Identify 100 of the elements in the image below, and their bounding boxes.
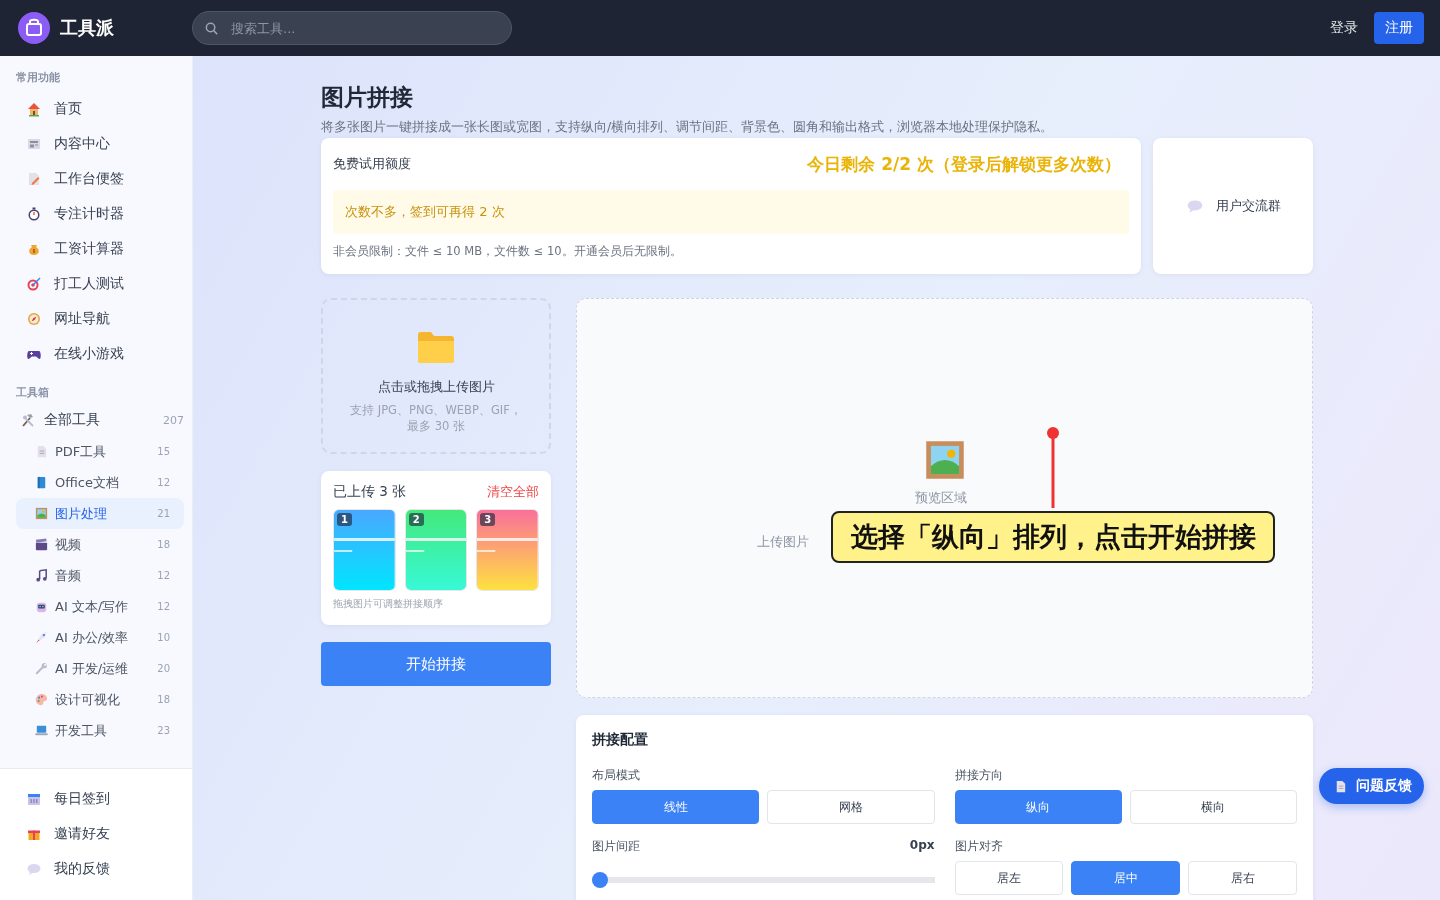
option-button[interactable]: 网格 xyxy=(767,790,935,824)
note-icon xyxy=(26,170,42,187)
sidebar-item[interactable]: 视频 18 xyxy=(16,529,184,560)
register-button[interactable]: 注册 xyxy=(1374,12,1424,44)
config-title: 拼接配置 xyxy=(592,731,649,749)
item-label: 工资计算器 xyxy=(54,239,124,258)
item-count: 12 xyxy=(157,477,171,488)
item-count: 12 xyxy=(157,570,171,581)
quota-remaining: 今日剩余 2/2 次（登录后解锁更多次数） xyxy=(807,152,1122,176)
item-count: 12 xyxy=(157,601,171,612)
rocket-icon xyxy=(34,630,49,645)
item-label: 音频 xyxy=(55,566,81,585)
sidebar-item[interactable]: 开发工具 23 xyxy=(16,715,184,746)
sidebar-item[interactable]: 全部工具 207 xyxy=(16,404,184,436)
section-label: 常用功能 xyxy=(16,70,61,85)
sidebar-item[interactable]: AI 开发/运维 20 xyxy=(16,653,184,684)
thumbnail[interactable]: 3 xyxy=(476,509,539,591)
option-button[interactable]: 横向 xyxy=(1129,790,1297,824)
sidebar-item[interactable]: 内容中心 xyxy=(16,126,184,161)
sidebar-item[interactable]: 邀请好友 xyxy=(16,816,184,851)
page-description: 将多张图片一键拼接成一张长图或宽图，支持纵向/横向排列、调节间距、背景色、圆角和输出格式，浏览器本地处理保护隐私。 xyxy=(321,119,1055,136)
item-count: 18 xyxy=(157,694,171,705)
palette-icon xyxy=(34,692,49,707)
sidebar-item[interactable]: PDF工具 15 xyxy=(16,436,184,467)
item-label: PDF工具 xyxy=(55,442,107,461)
sidebar-item[interactable]: 设计可视化 18 xyxy=(16,684,184,715)
site-name: 工具派 xyxy=(60,16,114,40)
reorder-hint: 拖拽图片可调整拼接顺序 xyxy=(333,597,444,611)
item-label: 专注计时器 xyxy=(54,204,124,223)
item-label: 内容中心 xyxy=(54,134,110,153)
sidebar-item[interactable]: AI 办公/效率 10 xyxy=(16,622,184,653)
item-label: 在线小游戏 xyxy=(54,344,124,363)
item-label: 开发工具 xyxy=(55,721,107,740)
order-badge: 2 xyxy=(408,513,424,526)
item-count: 21 xyxy=(157,508,171,519)
thumbnail[interactable]: 1 xyxy=(333,509,396,591)
item-count: 20 xyxy=(157,663,171,674)
sidebar-item[interactable]: 音频 12 xyxy=(16,560,184,591)
sidebar-item[interactable]: 首页 xyxy=(16,91,184,126)
item-label: 首页 xyxy=(54,99,82,118)
sidebar-item[interactable]: 我的反馈 xyxy=(16,851,184,886)
preview-hint: 上传图片 xyxy=(757,533,809,551)
item-count: 10 xyxy=(157,632,171,643)
section-label: 工具箱 xyxy=(16,385,50,400)
community-label: 用户交流群 xyxy=(1215,197,1281,215)
sidebar-item[interactable]: 图片处理 21 xyxy=(16,498,184,529)
item-label: 图片处理 xyxy=(55,504,107,523)
option-button[interactable]: 线性 xyxy=(592,790,760,824)
stopwatch-icon xyxy=(26,205,42,222)
upload-dropzone[interactable]: 点击或拖拽上传图片 支持 JPG、PNG、WEBP、GIF，最多 30 张 xyxy=(321,298,551,454)
slider-thumb[interactable] xyxy=(592,872,608,888)
compass-icon xyxy=(26,310,42,327)
item-count: 15 xyxy=(157,446,171,457)
limit-note: 非会员限制：文件 ≤ 10 MB，文件数 ≤ 10。开通会员后无限制。 xyxy=(333,244,683,259)
sidebar-item[interactable]: 打工人测试 xyxy=(16,266,184,301)
option-button[interactable]: 居中 xyxy=(1071,861,1181,895)
thumbnail[interactable]: 2 xyxy=(404,509,468,591)
community-card[interactable]: 用户交流群 xyxy=(1153,138,1313,274)
sidebar-item[interactable]: 工资计算器 xyxy=(16,231,184,266)
login-link[interactable]: 登录 xyxy=(1330,19,1358,37)
sidebar-item[interactable]: 网址导航 xyxy=(16,301,184,336)
item-label: Office文档 xyxy=(55,473,119,492)
folder-icon xyxy=(417,330,455,364)
sidebar-item[interactable]: 每日签到 xyxy=(16,781,184,816)
page-title: 图片拼接 xyxy=(321,83,414,112)
item-label: 邀请好友 xyxy=(54,824,110,843)
music-note-icon xyxy=(34,568,49,583)
feedback-button[interactable]: 问题反馈 xyxy=(1319,768,1424,804)
laptop-icon xyxy=(34,723,49,738)
sidebar-item[interactable]: Office文档 12 xyxy=(16,467,184,498)
item-label: 打工人测试 xyxy=(54,274,124,293)
clear-all-link[interactable]: 清空全部 xyxy=(487,483,539,501)
speech-bubble-icon xyxy=(1185,197,1204,215)
item-label: 全部工具 xyxy=(44,411,100,429)
field-label: 布局模式 xyxy=(592,767,641,784)
option-button[interactable]: 居右 xyxy=(1188,861,1297,895)
clapperboard-icon xyxy=(34,537,49,552)
search-field[interactable]: 搜索工具... xyxy=(192,11,512,45)
search-icon xyxy=(204,21,219,36)
upload-title: 点击或拖拽上传图片 xyxy=(377,378,495,396)
item-count: 23 xyxy=(157,725,171,736)
item-label: AI 办公/效率 xyxy=(55,628,129,647)
option-button[interactable]: 纵向 xyxy=(954,790,1122,824)
field-label: 图片间距 xyxy=(592,838,640,855)
start-button[interactable]: 开始拼接 xyxy=(321,642,551,686)
notice-banner: 次数不多，签到可再得 2 次 xyxy=(333,190,1129,234)
option-button[interactable]: 居左 xyxy=(954,861,1064,895)
sidebar-item[interactable]: 工作台便签 xyxy=(16,161,184,196)
quota-label: 免费试用额度 xyxy=(333,155,411,173)
item-count: 18 xyxy=(157,539,171,550)
picture-frame-icon xyxy=(34,506,49,521)
item-count: 207 xyxy=(163,413,184,427)
order-badge: 1 xyxy=(337,513,352,526)
sidebar-item[interactable]: AI 文本/写作 12 xyxy=(16,591,184,622)
sidebar-item[interactable]: 在线小游戏 xyxy=(16,336,184,371)
order-badge: 3 xyxy=(480,513,496,526)
sidebar-item[interactable]: 专注计时器 xyxy=(16,196,184,231)
wrench-icon xyxy=(34,661,49,676)
logo-icon xyxy=(18,12,50,44)
uploaded-count: 已上传 3 张 xyxy=(333,483,407,501)
